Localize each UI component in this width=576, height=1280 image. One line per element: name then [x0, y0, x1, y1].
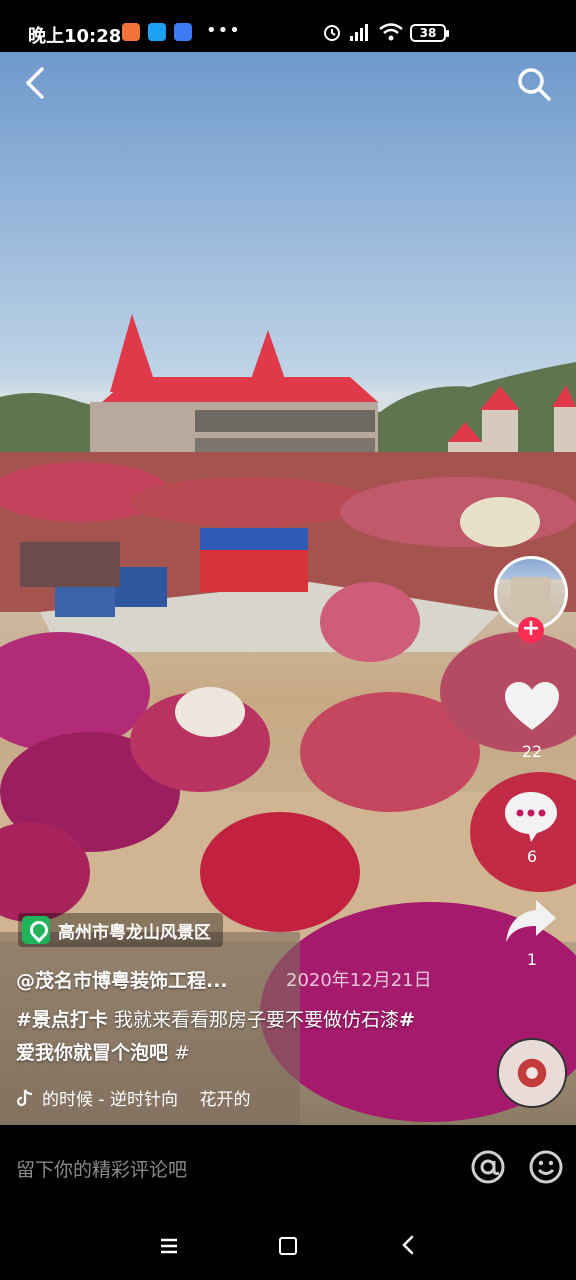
more-notifications-icon: •••: [206, 20, 241, 41]
music-title: 的时候 - 逆时针向 花开的: [42, 1090, 251, 1110]
share-count: 1: [526, 950, 538, 969]
music-disc[interactable]: [497, 1038, 567, 1108]
alarm-icon: [324, 25, 340, 41]
system-nav-bar: [0, 1215, 576, 1280]
video-caption: #景点打卡 我就来看看那房子要不要做仿石漆#爱我你就冒个泡吧 #: [16, 1004, 416, 1070]
wifi-icon: [379, 23, 403, 41]
notification-app-icon: [148, 23, 166, 41]
comment-bar: 留下你的精彩评论吧: [0, 1125, 576, 1215]
author-name[interactable]: @茂名市博粤装饰工程...: [16, 966, 228, 993]
signal-icon: [350, 24, 368, 41]
back-icon[interactable]: [398, 1233, 418, 1257]
post-date: 2020年12月21日: [286, 970, 432, 991]
recent-apps-icon[interactable]: [158, 1235, 180, 1257]
caption-text: #: [168, 1042, 190, 1064]
location-pin-icon: [22, 916, 50, 944]
comment-bubble-icon[interactable]: [503, 790, 559, 844]
back-chevron-icon[interactable]: [20, 66, 50, 100]
music-note-icon: [16, 1088, 33, 1106]
follow-button[interactable]: +: [518, 617, 544, 643]
like-heart-icon[interactable]: [503, 680, 561, 734]
caption-text: 我就来看看那房子要不要做仿石漆: [107, 1009, 399, 1031]
notification-app-icon: [122, 23, 140, 41]
video-player[interactable]: [0, 52, 576, 1125]
like-count: 22: [521, 742, 543, 761]
status-bar: 晚上10:28 ••• 38: [0, 0, 576, 52]
notification-app-icon: [174, 23, 192, 41]
home-icon[interactable]: [279, 1237, 297, 1255]
emoji-icon[interactable]: [528, 1149, 564, 1185]
search-icon[interactable]: [516, 66, 552, 102]
comment-input[interactable]: 留下你的精彩评论吧: [16, 1155, 187, 1182]
hashtag-link[interactable]: #景点打卡: [16, 1009, 108, 1031]
location-tag[interactable]: 高州市粤龙山风景区: [18, 913, 223, 947]
at-icon[interactable]: [470, 1149, 506, 1185]
location-name: 高州市粤龙山风景区: [58, 922, 211, 943]
status-time: 晚上10:28: [28, 26, 122, 47]
comment-count: 6: [526, 847, 538, 866]
battery-indicator: 38: [410, 24, 449, 42]
music-info[interactable]: 的时候 - 逆时针向 花开的: [16, 1085, 251, 1110]
video-frame: [0, 314, 576, 1125]
share-arrow-icon[interactable]: [504, 898, 558, 944]
